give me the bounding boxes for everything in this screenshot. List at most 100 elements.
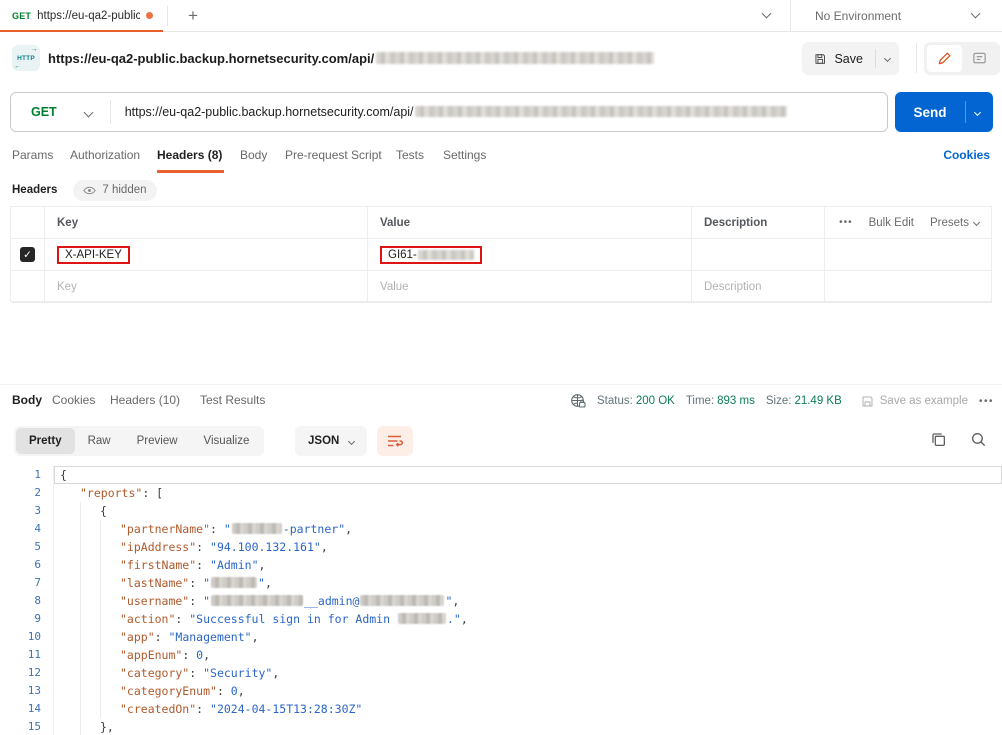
description-cell-empty[interactable]: Description (692, 271, 825, 303)
response-bar: Body Cookies Headers (10) Test Results S… (0, 388, 1002, 414)
more-options-icon[interactable]: ••• (839, 217, 853, 228)
edit-mode-button[interactable] (927, 45, 962, 72)
url-input[interactable]: https://eu-qa2-public.backup.hornetsecur… (125, 105, 787, 119)
environment-selector[interactable]: No Environment (815, 9, 901, 23)
request-header: → HTTP ← https://eu-qa2-public.backup.ho… (0, 32, 1002, 84)
save-button-label: Save (834, 51, 863, 66)
headers-section-title: Headers (12, 184, 58, 196)
response-tab-cookies[interactable]: Cookies (52, 393, 95, 407)
method-chevron-icon (83, 107, 94, 117)
save-options-button[interactable] (876, 54, 899, 63)
code-content: "lastName": " ", (120, 576, 272, 590)
code-line: 7 "lastName": " ", (0, 574, 1002, 592)
code-content: "app": "Management", (120, 630, 259, 644)
tab-body[interactable]: Body (240, 148, 267, 162)
code-line: 12 "category": "Security", (0, 664, 1002, 682)
http-badge-text: HTTP (17, 54, 35, 62)
code-content: { (54, 466, 1002, 484)
comment-button[interactable] (962, 45, 997, 72)
code-line: 1{ (0, 466, 1002, 484)
row-checkbox-checked[interactable]: ✓ (20, 247, 35, 262)
view-mode-raw[interactable]: Raw (75, 428, 124, 454)
header-value-text: GI61- (388, 248, 417, 261)
response-meta: Status: 200 OK Time: 893 ms Size: 21.49 KB … (570, 388, 998, 414)
headers-section-bar: Headers 7 hidden (0, 177, 1002, 203)
line-number: 12 (0, 664, 54, 682)
format-select[interactable]: JSON (295, 426, 368, 456)
redacted-text (211, 577, 258, 588)
method-select[interactable]: GET (11, 105, 110, 119)
code-content: "action": "Successful sign in for Admin … (120, 612, 468, 626)
header-row-x-api-key: ✓ X-API-KEY GI61- (11, 239, 992, 271)
chevron-down-icon (883, 54, 891, 63)
view-mode-switcher: Pretty Raw Preview Visualize (14, 426, 265, 456)
save-as-example-button[interactable]: Save as example (861, 395, 968, 408)
copy-icon[interactable] (930, 431, 947, 448)
size-indicator: Size: 21.49 KB (766, 395, 842, 407)
tab-tests[interactable]: Tests (396, 148, 424, 162)
tab-bar: GET https://eu-qa2-public.b + No Environ… (0, 0, 1002, 32)
url-builder-row: GET https://eu-qa2-public.backup.hornets… (0, 84, 1002, 140)
line-number: 4 (0, 520, 54, 538)
view-mode-preview[interactable]: Preview (124, 428, 191, 454)
value-cell-empty[interactable]: Value (368, 271, 692, 303)
chevron-down-icon[interactable] (761, 8, 772, 19)
response-more-options-icon[interactable]: ••• (979, 396, 994, 407)
tab-pre-request-script[interactable]: Pre-request Script (285, 148, 382, 162)
line-number: 13 (0, 682, 54, 700)
tab-title: https://eu-qa2-public.b (37, 9, 140, 22)
hidden-headers-toggle[interactable]: 7 hidden (73, 179, 157, 201)
view-mode-visualize[interactable]: Visualize (191, 428, 263, 454)
description-cell[interactable] (692, 239, 825, 271)
tab-authorization[interactable]: Authorization (70, 148, 140, 162)
code-line: 10 "app": "Management", (0, 628, 1002, 646)
line-number: 6 (0, 556, 54, 574)
value-cell[interactable]: GI61- (368, 239, 692, 271)
response-tab-test-results[interactable]: Test Results (200, 393, 265, 407)
line-number: 10 (0, 628, 54, 646)
code-line: 6 "firstName": "Admin", (0, 556, 1002, 574)
code-line: 4 "partnerName": " -partner", (0, 520, 1002, 538)
line-number: 8 (0, 592, 54, 610)
code-line: 15}, (0, 718, 1002, 735)
response-tab-headers[interactable]: Headers (10) (110, 393, 180, 407)
save-as-example-label: Save as example (879, 395, 968, 407)
table-actions: ••• Bulk Edit Presets (825, 207, 992, 239)
environment-chevron-icon[interactable] (970, 8, 981, 19)
code-content: "reports": [ (80, 486, 164, 500)
redacted-value-text (417, 249, 474, 260)
time-label: Time: (685, 395, 715, 407)
cookies-link[interactable]: Cookies (943, 148, 990, 162)
request-tab[interactable]: GET https://eu-qa2-public.b (0, 0, 163, 32)
status-value: 200 OK (635, 395, 675, 407)
send-button[interactable]: Send (895, 92, 993, 132)
send-options-chevron-icon[interactable] (973, 108, 982, 116)
code-content: }, (100, 720, 114, 734)
bulk-edit-button[interactable]: Bulk Edit (869, 217, 914, 229)
save-button[interactable]: Save (802, 42, 899, 75)
view-mode-pretty[interactable]: Pretty (16, 428, 75, 454)
format-chevron-icon (348, 437, 356, 445)
presets-button[interactable]: Presets (930, 217, 981, 229)
value-column-header: Value (368, 207, 692, 239)
response-tab-body[interactable]: Body (12, 393, 42, 407)
new-tab-button[interactable]: + (181, 4, 205, 28)
code-content: "category": "Security", (120, 666, 280, 680)
tab-headers[interactable]: Headers (8) (157, 148, 222, 162)
tab-params[interactable]: Params (12, 148, 53, 162)
tab-method-label: GET (12, 10, 32, 21)
wrap-lines-icon (388, 435, 403, 447)
pane-divider[interactable] (0, 384, 1002, 385)
wrap-lines-button[interactable] (377, 426, 413, 456)
key-column-header: Key (45, 207, 368, 239)
tab-settings[interactable]: Settings (443, 148, 486, 162)
response-body-json[interactable]: 1{2 "reports": [3{4 "partnerName": " -partn… (0, 458, 1002, 735)
url-input-container: GET https://eu-qa2-public.backup.hornets… (10, 92, 888, 132)
redacted-text (360, 595, 445, 606)
search-icon[interactable] (970, 431, 987, 448)
line-number: 1 (0, 466, 54, 484)
key-cell[interactable]: X-API-KEY (45, 239, 368, 271)
value-highlight-box: GI61- (380, 245, 482, 264)
key-cell-empty[interactable]: Key (45, 271, 368, 303)
network-globe-lock-icon[interactable] (570, 393, 586, 409)
